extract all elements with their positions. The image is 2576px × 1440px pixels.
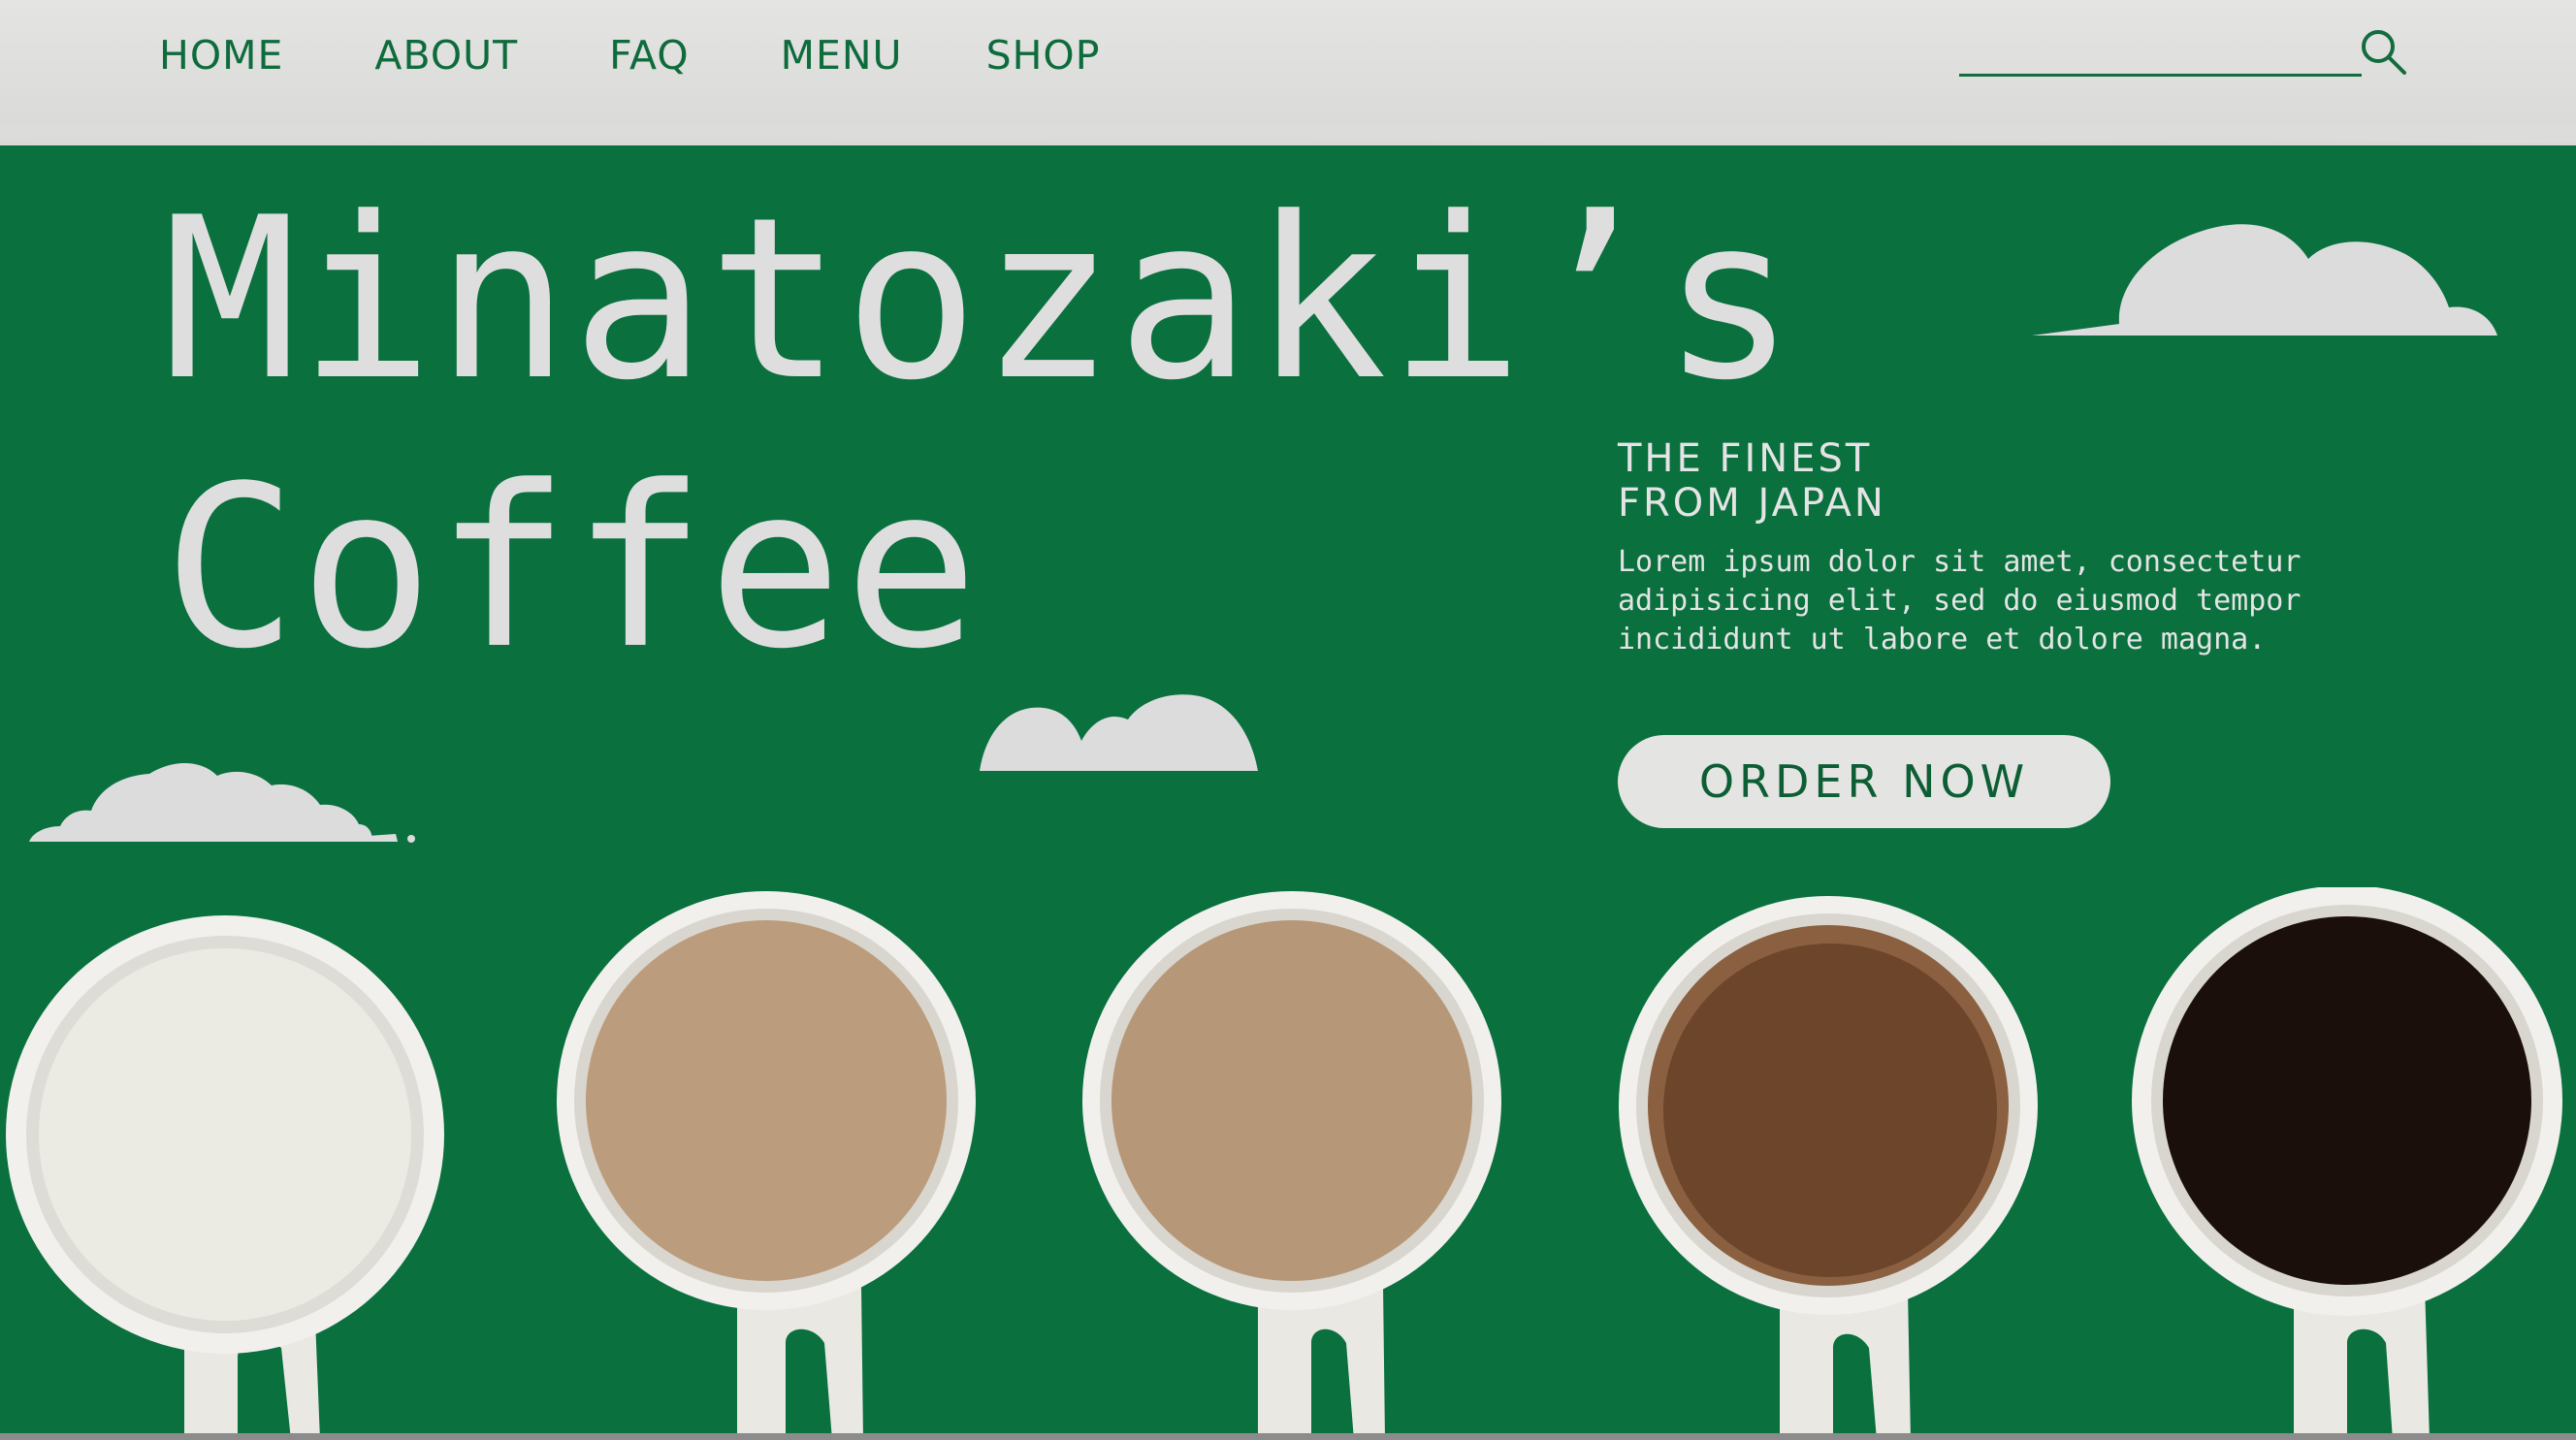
search-icon[interactable] [2359,27,2407,76]
cloud-middle [921,694,1258,771]
nav-shop[interactable]: SHOP [986,32,1101,79]
cup-latte [557,891,976,1440]
nav-home[interactable]: HOME [159,32,283,79]
hero-description: Lorem ipsum dolor sit amet, consectetur … [1618,545,2302,656]
order-now-button[interactable]: ORDER NOW [1618,735,2110,828]
torn-paper-edge [0,124,2576,143]
nav-faq[interactable]: FAQ [609,32,689,79]
cup-milk [6,915,444,1440]
tagline-line2: FROM JAPAN [1618,481,1886,526]
cloud-left [29,763,415,843]
cup-black-coffee [2132,887,2562,1440]
main-nav: HOME ABOUT FAQ MENU SHOP [159,32,1100,79]
tagline-line1: THE FINEST [1618,436,1873,481]
brand-title-line1: Minatozaki’s [163,171,1798,430]
search-input[interactable] [1959,25,2366,74]
cup-cafe-au-lait [1082,891,1501,1440]
tagline: THE FINEST FROM JAPAN [1618,436,1886,526]
nav-menu[interactable]: MENU [781,32,903,79]
nav-about[interactable]: ABOUT [374,32,518,79]
search-underline [1959,74,2362,77]
cup-americano-cream [1619,896,2038,1440]
brand-title-line2: Coffee [163,439,981,698]
bottom-border [0,1433,2576,1440]
cloud-top-right [2032,224,2497,336]
